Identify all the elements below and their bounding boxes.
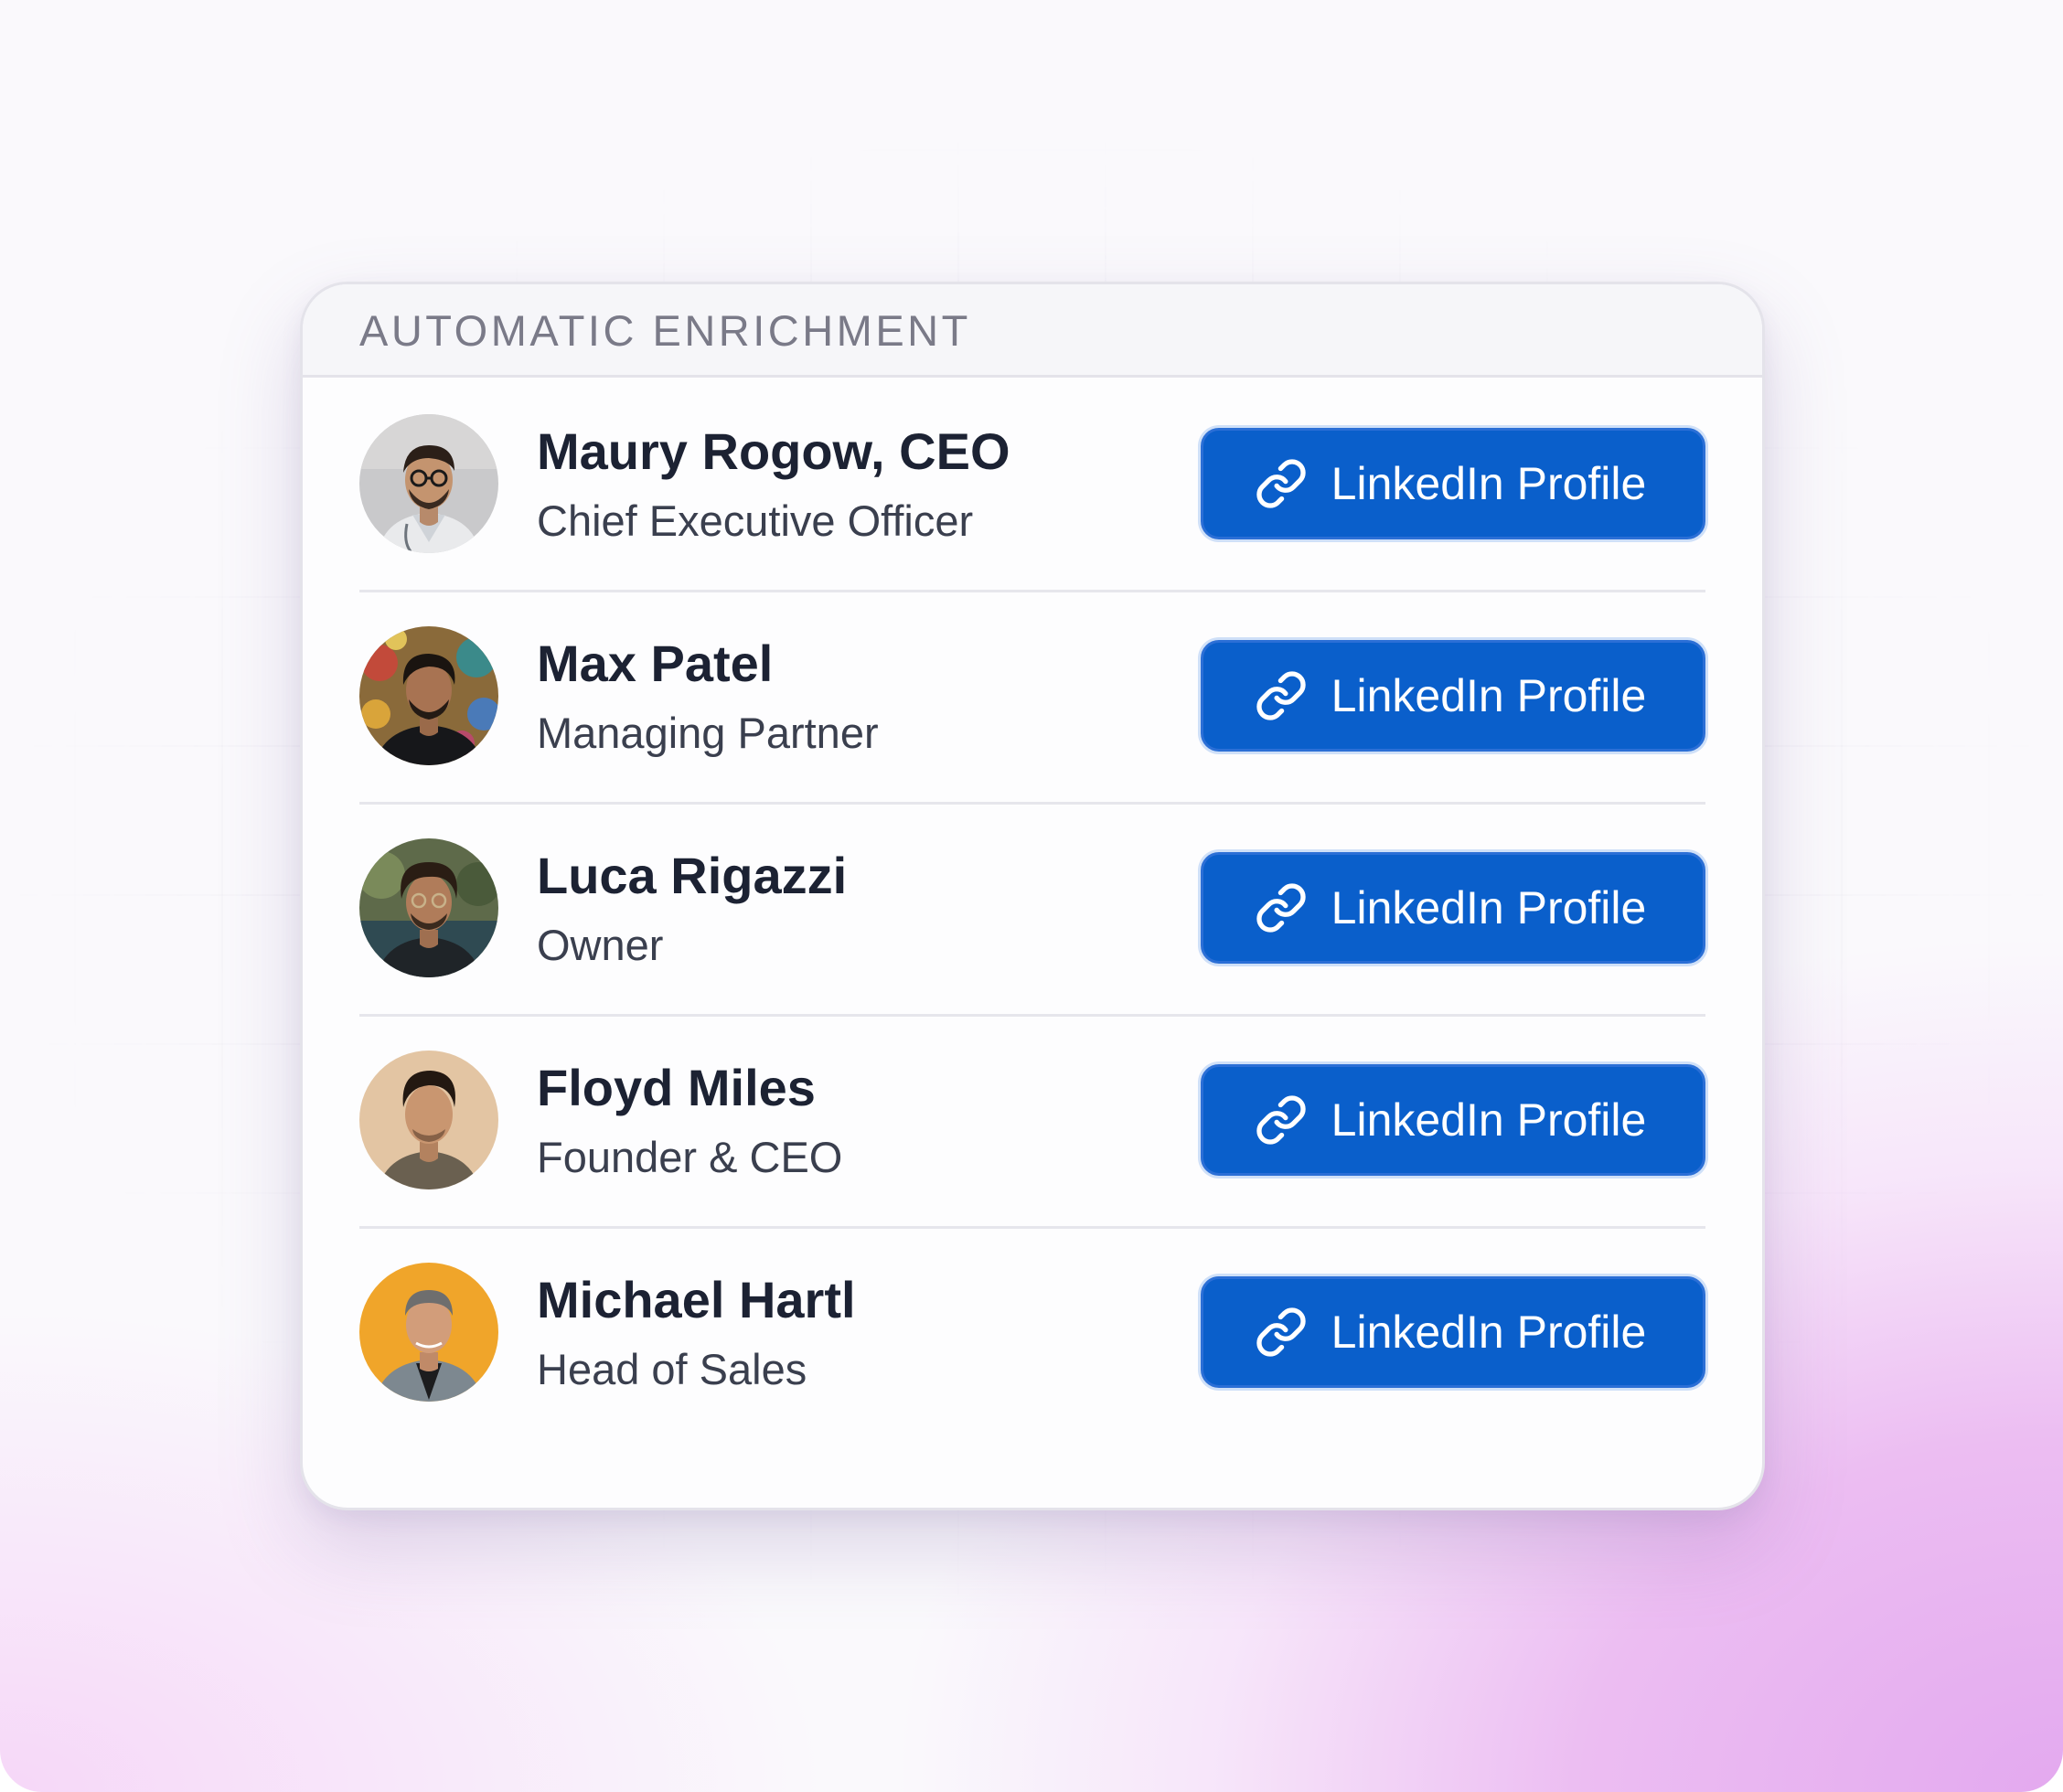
button-label: LinkedIn Profile bbox=[1331, 458, 1647, 509]
contact-name: Maury Rogow, CEO bbox=[537, 421, 1010, 480]
button-label: LinkedIn Profile bbox=[1331, 1094, 1647, 1146]
contact-title: Founder & CEO bbox=[537, 1132, 843, 1181]
contact-name: Max Patel bbox=[537, 634, 774, 692]
contact-info: Floyd Miles Founder & CEO bbox=[537, 1058, 843, 1181]
button-label: LinkedIn Profile bbox=[1331, 1307, 1647, 1358]
card-header: AUTOMATIC ENRICHMENT bbox=[303, 284, 1762, 378]
button-label: LinkedIn Profile bbox=[1331, 882, 1647, 933]
link-icon bbox=[1256, 1095, 1306, 1145]
contact-name: Luca Rigazzi bbox=[537, 846, 848, 904]
contact-row: Floyd Miles Founder & CEO LinkedIn Profi… bbox=[359, 1014, 1705, 1226]
linkedin-profile-button[interactable]: LinkedIn Profile bbox=[1201, 1276, 1705, 1388]
contact-name: Floyd Miles bbox=[537, 1058, 816, 1116]
contact-row: Maury Rogow, CEO Chief Executive Officer… bbox=[359, 378, 1705, 590]
contact-info: Michael Hartl Head of Sales bbox=[537, 1270, 856, 1393]
avatar bbox=[359, 414, 498, 553]
contact-title: Head of Sales bbox=[537, 1344, 807, 1393]
avatar bbox=[359, 1263, 498, 1402]
link-icon bbox=[1256, 1307, 1306, 1357]
linkedin-profile-button[interactable]: LinkedIn Profile bbox=[1201, 852, 1705, 964]
button-label: LinkedIn Profile bbox=[1331, 670, 1647, 721]
contact-row: Max Patel Managing Partner LinkedIn Prof… bbox=[359, 590, 1705, 802]
card-title: AUTOMATIC ENRICHMENT bbox=[359, 306, 971, 355]
link-icon bbox=[1256, 671, 1306, 720]
contact-info: Max Patel Managing Partner bbox=[537, 634, 879, 757]
avatar bbox=[359, 626, 498, 765]
linkedin-profile-button[interactable]: LinkedIn Profile bbox=[1201, 640, 1705, 752]
contact-title: Chief Executive Officer bbox=[537, 496, 974, 545]
link-icon bbox=[1256, 883, 1306, 933]
avatar bbox=[359, 838, 498, 977]
contact-info: Maury Rogow, CEO Chief Executive Officer bbox=[537, 421, 1010, 545]
link-icon bbox=[1256, 459, 1306, 508]
page-background: AUTOMATIC ENRICHMENT Maury Rogow, CEO Ch… bbox=[0, 0, 2063, 1792]
contact-title: Managing Partner bbox=[537, 708, 879, 757]
contact-row: Michael Hartl Head of Sales LinkedIn Pro… bbox=[359, 1226, 1705, 1438]
contact-title: Owner bbox=[537, 920, 664, 969]
linkedin-profile-button[interactable]: LinkedIn Profile bbox=[1201, 1064, 1705, 1176]
avatar bbox=[359, 1051, 498, 1189]
contact-row: Luca Rigazzi Owner LinkedIn Profile bbox=[359, 802, 1705, 1014]
linkedin-profile-button[interactable]: LinkedIn Profile bbox=[1201, 428, 1705, 539]
contact-info: Luca Rigazzi Owner bbox=[537, 846, 848, 969]
enrichment-card: AUTOMATIC ENRICHMENT Maury Rogow, CEO Ch… bbox=[300, 282, 1765, 1510]
contact-list: Maury Rogow, CEO Chief Executive Officer… bbox=[303, 378, 1762, 1438]
contact-name: Michael Hartl bbox=[537, 1270, 856, 1328]
